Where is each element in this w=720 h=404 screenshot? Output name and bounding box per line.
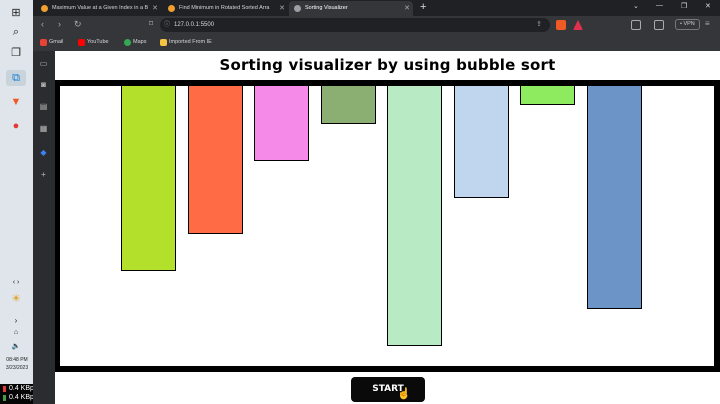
bookmark-youtube[interactable]: YouTube xyxy=(78,38,109,47)
array-bar xyxy=(520,86,575,106)
sidebar-toggle-icon[interactable] xyxy=(631,20,641,30)
taskbar-clock[interactable]: 08:48 PM 3/23/2023 xyxy=(2,356,32,372)
sidebar-tabs-icon[interactable]: ▭ xyxy=(38,58,49,69)
vpn-button[interactable]: • VPN xyxy=(675,19,700,30)
back-icon[interactable]: ‹ xyxy=(41,19,44,29)
forward-icon[interactable]: › xyxy=(58,19,61,29)
download-indicator-icon xyxy=(3,395,6,401)
maps-icon xyxy=(124,39,131,46)
address-bar[interactable]: ⓘ 127.0.0.1:5500 ⇪ xyxy=(160,18,550,32)
start-button[interactable]: START xyxy=(351,377,425,402)
brave-taskbar-icon[interactable]: ▼ xyxy=(6,94,26,110)
new-tab-icon[interactable]: + xyxy=(420,1,426,13)
array-bar xyxy=(254,86,309,162)
close-window-icon[interactable]: ✕ xyxy=(705,2,711,10)
page-title: Sorting visualizer by using bubble sort xyxy=(219,56,556,74)
youtube-icon xyxy=(78,39,85,46)
array-bar xyxy=(453,86,509,199)
bookmark-imported-from-ie[interactable]: Imported From IE xyxy=(160,38,212,47)
brave-sidebar: ▭ ◙ ▤ ▦ ◆ + xyxy=(33,51,55,404)
bookmark-maps[interactable]: Maps xyxy=(124,38,146,47)
reload-icon[interactable]: ↻ xyxy=(74,19,82,30)
maximize-icon[interactable]: ❐ xyxy=(681,2,687,10)
clock-time: 08:48 PM xyxy=(6,357,28,363)
tab-label: Maximum Value at a Given Index in a B xyxy=(52,5,149,11)
task-view-icon[interactable]: ❐ xyxy=(6,44,26,60)
menu-icon[interactable]: ≡ xyxy=(705,19,710,28)
bookmark-label: YouTube xyxy=(87,39,109,45)
tab-label: Sorting Visualizer xyxy=(305,5,348,11)
bars-container xyxy=(55,80,720,372)
vscode-icon[interactable]: ⧉ xyxy=(6,70,26,86)
tab-search-icon[interactable]: ⌄ xyxy=(633,2,639,10)
close-tab-icon[interactable]: ✕ xyxy=(152,1,158,16)
sidebar-chat-icon[interactable]: ◙ xyxy=(38,79,49,90)
folder-icon xyxy=(160,39,167,46)
leetcode-favicon-icon xyxy=(41,5,48,12)
globe-favicon-icon xyxy=(294,5,301,12)
windows-start-icon[interactable]: ⊞ xyxy=(6,4,26,20)
tab-maximum-value[interactable]: Maximum Value at a Given Index in a B ✕ xyxy=(36,1,161,16)
sidebar-leo-icon[interactable]: ◆ xyxy=(38,147,49,158)
bookmark-label: Gmail xyxy=(49,39,64,45)
hand-cursor-icon: ☝ xyxy=(397,388,411,400)
bookmarks-bar: Gmail YouTube Maps Imported From IE xyxy=(33,34,720,51)
leetcode-favicon-icon xyxy=(168,5,175,12)
array-bar xyxy=(387,86,442,347)
sidebar-bookmarks-icon[interactable]: ▤ xyxy=(38,101,49,112)
browser-window: Maximum Value at a Given Index in a B ✕ … xyxy=(33,0,720,404)
tab-strip: Maximum Value at a Given Index in a B ✕ … xyxy=(33,0,720,16)
search-icon[interactable]: ⌕ xyxy=(6,24,26,40)
tray-arrows-icon[interactable]: ‹ › xyxy=(6,274,26,290)
upload-indicator-icon xyxy=(3,386,6,392)
gmail-icon xyxy=(40,39,47,46)
close-tab-icon[interactable]: ✕ xyxy=(279,1,285,16)
wallet-icon[interactable] xyxy=(654,20,664,30)
array-bar xyxy=(320,86,376,125)
volume-icon[interactable]: 🔈 xyxy=(6,338,26,354)
brave-shields-icon[interactable] xyxy=(556,20,566,30)
close-tab-icon[interactable]: ✕ xyxy=(404,1,410,16)
bookmark-gmail[interactable]: Gmail xyxy=(40,38,63,47)
share-icon[interactable]: ⇪ xyxy=(536,18,542,32)
browser-toolbar: ‹ › ↻ ⌑ ⓘ 127.0.0.1:5500 ⇪ • VPN ≡ xyxy=(33,16,720,34)
bookmark-label: Maps xyxy=(133,39,147,45)
weather-icon[interactable]: ☀ xyxy=(6,290,26,306)
array-bar xyxy=(586,86,642,310)
clock-date: 3/23/2023 xyxy=(5,365,29,371)
array-bar xyxy=(121,86,176,272)
minimize-icon[interactable]: — xyxy=(656,2,663,9)
tab-label: Find Minimum in Rotated Sorted Arra xyxy=(179,5,270,11)
brave-rewards-icon[interactable] xyxy=(573,20,583,30)
windows-taskbar: ⊞ ⌕ ❐ ⧉ ▼ ● ‹ › ☀ › ⌂ 🔈 08:48 PM 3/23/20… xyxy=(0,0,33,404)
url-text: 127.0.0.1:5500 xyxy=(174,22,215,28)
array-bar xyxy=(187,86,243,235)
record-icon[interactable]: ● xyxy=(6,118,26,134)
bookmark-label: Imported From IE xyxy=(169,39,212,45)
page-viewport: Sorting visualizer by using bubble sort … xyxy=(55,51,720,404)
tab-find-minimum[interactable]: Find Minimum in Rotated Sorted Arra ✕ xyxy=(163,1,288,16)
bookmark-icon[interactable]: ⌑ xyxy=(149,19,153,28)
sidebar-add-icon[interactable]: + xyxy=(38,169,49,180)
site-info-icon[interactable]: ⓘ xyxy=(164,18,170,32)
tab-sorting-visualizer[interactable]: Sorting Visualizer ✕ xyxy=(289,1,413,16)
sidebar-reading-list-icon[interactable]: ▦ xyxy=(38,123,49,134)
